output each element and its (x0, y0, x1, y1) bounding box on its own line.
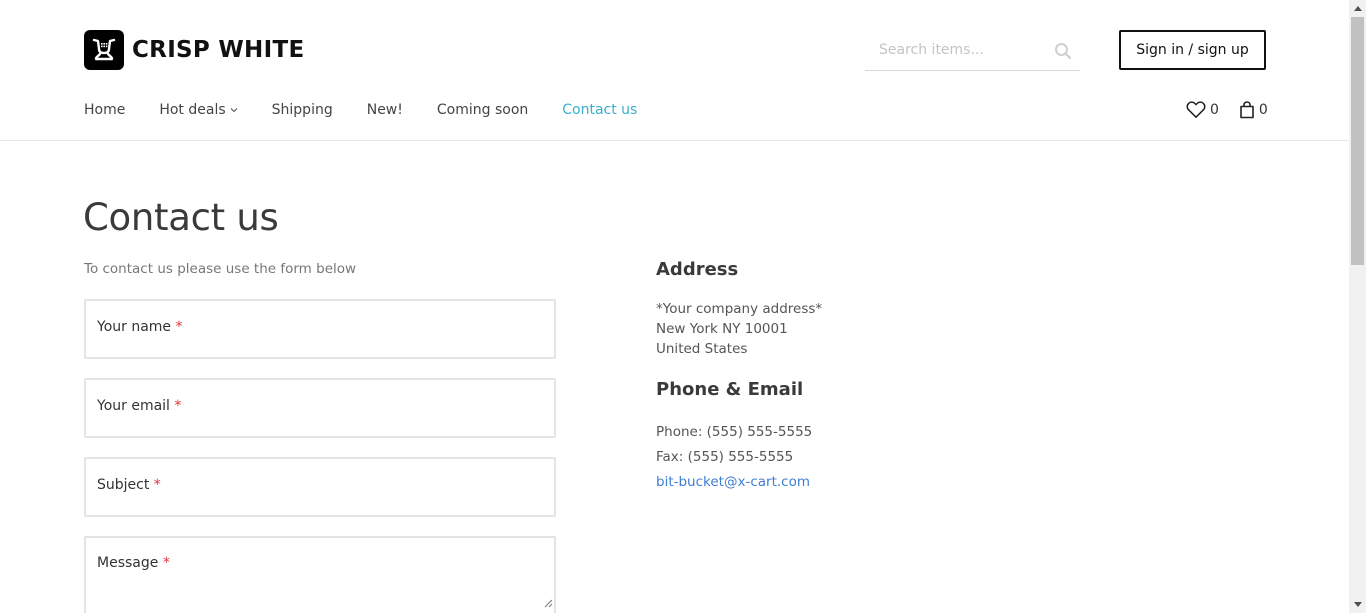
field-label: Subject * (97, 477, 161, 493)
email-field[interactable]: Your email * (84, 378, 556, 438)
field-label: Your email * (97, 398, 181, 414)
scrollbar-thumb[interactable] (1351, 17, 1364, 265)
page: CRISP WHITE Sign in / sign up Home Hot d… (0, 0, 1349, 613)
main-nav: Home Hot deals Shipping New! Coming soon… (84, 100, 671, 120)
required-mark: * (153, 477, 161, 493)
cart-counter[interactable]: 0 (1239, 101, 1268, 119)
nav-item-new[interactable]: New! (367, 102, 403, 118)
email-link[interactable]: bit-bucket@x-cart.com (656, 474, 810, 490)
nav-item-shipping[interactable]: Shipping (272, 102, 333, 118)
nav-item-label: Hot deals (159, 102, 226, 118)
nav-item-contact-us[interactable]: Contact us (562, 102, 637, 118)
signin-button[interactable]: Sign in / sign up (1119, 30, 1266, 70)
wishlist-counter[interactable]: 0 (1186, 101, 1219, 119)
field-label-text: Message (97, 555, 159, 571)
chevron-down-icon (230, 107, 238, 113)
nav-item-hot-deals[interactable]: Hot deals (159, 102, 238, 118)
cart-logo-icon (84, 30, 124, 70)
field-label: Your name * (97, 319, 183, 335)
message-field[interactable]: Message * (84, 536, 556, 613)
resize-handle-icon[interactable] (544, 593, 553, 612)
brand-name: CRISP WHITE (132, 37, 305, 63)
address-line: United States (656, 341, 748, 357)
name-field[interactable]: Your name * (84, 299, 556, 359)
fax-number: Fax: (555) 555-5555 (656, 449, 794, 465)
heart-icon (1186, 101, 1206, 118)
subject-field[interactable]: Subject * (84, 457, 556, 517)
address-line: *Your company address* (656, 301, 823, 317)
phone-email-heading: Phone & Email (656, 379, 804, 400)
field-label-text: Subject (97, 477, 150, 493)
page-title: Contact us (83, 196, 279, 239)
field-label-text: Your name (97, 319, 172, 335)
required-mark: * (162, 555, 170, 571)
wishlist-count: 0 (1210, 102, 1219, 118)
required-mark: * (175, 319, 183, 335)
nav-item-coming-soon[interactable]: Coming soon (437, 102, 528, 118)
header-divider (0, 140, 1349, 141)
address-line: New York NY 10001 (656, 321, 788, 337)
vertical-scrollbar[interactable] (1349, 0, 1366, 613)
scroll-up-icon[interactable] (1349, 0, 1366, 17)
shopping-bag-icon (1240, 101, 1254, 119)
site-logo[interactable]: CRISP WHITE (84, 30, 304, 70)
cart-count: 0 (1258, 102, 1268, 118)
required-mark: * (174, 398, 182, 414)
field-label-text: Your email (97, 398, 170, 414)
search-icon[interactable] (1052, 40, 1074, 62)
address-heading: Address (656, 259, 739, 280)
scroll-down-icon[interactable] (1349, 596, 1366, 613)
nav-item-home[interactable]: Home (84, 102, 125, 118)
header-counters: 0 0 (1186, 100, 1268, 120)
phone-number: Phone: (555) 555-5555 (656, 424, 813, 440)
field-label: Message * (97, 555, 170, 571)
search-box (865, 30, 1080, 71)
intro-text: To contact us please use the form below (84, 261, 357, 277)
search-input[interactable] (879, 40, 1044, 60)
